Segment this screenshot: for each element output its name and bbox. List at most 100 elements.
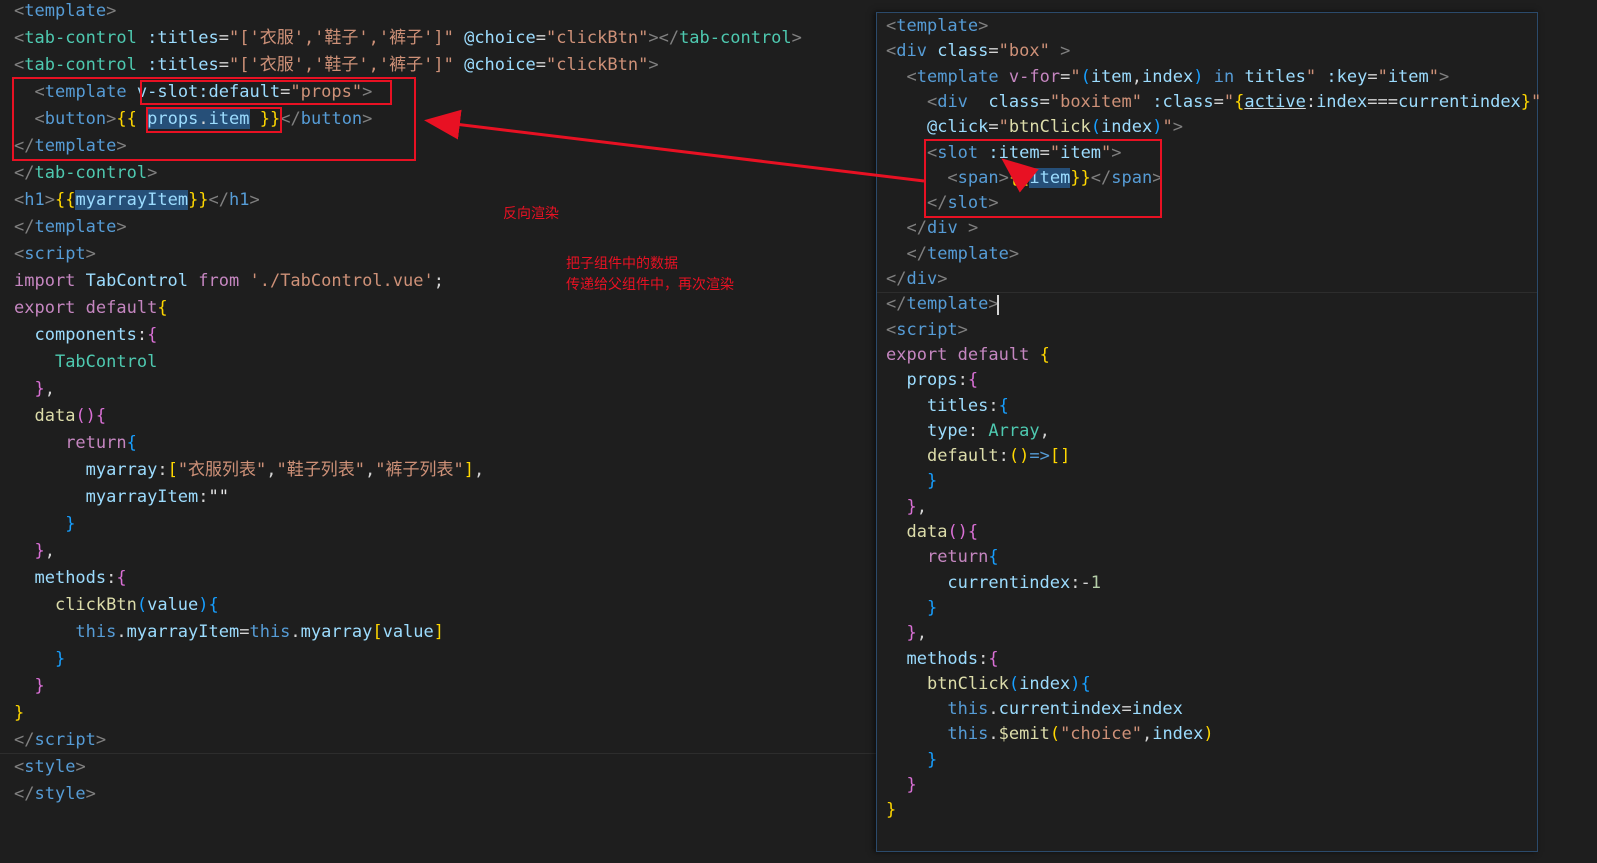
code-token: :titles	[147, 28, 219, 48]
code-token: <	[14, 28, 25, 48]
code-line[interactable]: export default{	[14, 295, 168, 321]
code-line[interactable]: this.myarrayItem=this.myarray[value]	[14, 619, 444, 645]
code-token: "	[1070, 66, 1081, 87]
code-line[interactable]: }	[886, 468, 937, 494]
code-token: }	[34, 676, 45, 696]
code-token: <	[926, 91, 938, 112]
right-code-editor[interactable]: <template> <div class="box" > <template v…	[876, 12, 1541, 852]
code-line[interactable]: clickBtn(value){	[14, 592, 219, 618]
code-token: "	[998, 117, 1009, 138]
code-line[interactable]: components:{	[14, 322, 157, 348]
code-line[interactable]: },	[886, 494, 927, 520]
code-line[interactable]: <h1>{{myarrayItem}}</h1>	[14, 187, 260, 213]
code-line[interactable]: }	[886, 747, 937, 773]
code-token: style	[34, 784, 86, 804]
code-line[interactable]: btnClick(index){	[886, 671, 1091, 697]
code-line[interactable]: </style>	[14, 781, 96, 807]
code-line[interactable]: <template>	[886, 13, 988, 39]
code-line[interactable]: }	[886, 772, 916, 798]
code-line[interactable]: props:{	[886, 367, 978, 393]
code-token: default	[85, 298, 158, 318]
code-line[interactable]: </script>	[14, 727, 106, 753]
code-line[interactable]: data(){	[886, 519, 978, 545]
code-line[interactable]: @click="btnClick(index)">	[886, 114, 1183, 140]
code-token: index	[1101, 117, 1153, 138]
code-token: div	[906, 269, 938, 289]
code-line[interactable]: return{	[14, 430, 137, 456]
code-line[interactable]: type: Array,	[886, 418, 1050, 444]
code-line[interactable]: titles:{	[886, 393, 1009, 419]
code-token: item	[1387, 66, 1429, 87]
code-line[interactable]: export default {	[886, 342, 1050, 368]
code-line[interactable]: <tab-control :titles="['衣服','鞋子','裤子']" …	[14, 52, 659, 78]
code-token: v-for	[1008, 66, 1061, 87]
code-line[interactable]: }	[886, 595, 937, 621]
code-line[interactable]: },	[14, 376, 55, 402]
code-line[interactable]: methods:{	[886, 646, 998, 672]
code-token: template	[926, 243, 1009, 264]
code-line[interactable]: currentindex:-1	[886, 570, 1101, 596]
code-line[interactable]: </div >	[886, 215, 978, 241]
code-line[interactable]: }	[14, 700, 24, 726]
code-line[interactable]: </template>	[886, 291, 999, 317]
code-token: }	[926, 597, 938, 618]
code-token: :	[1305, 91, 1317, 112]
right-slot-box	[924, 139, 1162, 218]
code-line[interactable]: TabControl	[14, 349, 157, 375]
code-line[interactable]: myarray:["衣服列表","鞋子列表","裤子列表"],	[14, 457, 485, 483]
code-line[interactable]: this.$emit("choice",index)	[886, 721, 1213, 747]
code-token: h1	[229, 190, 250, 210]
code-token: {	[998, 395, 1009, 416]
code-line[interactable]: <script>	[14, 241, 96, 267]
code-token: <	[886, 41, 897, 62]
code-token: "	[1428, 66, 1440, 87]
code-line[interactable]: </template>	[14, 214, 127, 240]
code-line[interactable]: myarrayItem:""	[14, 484, 229, 510]
code-line[interactable]: </tab-control>	[14, 160, 157, 186]
code-token: }	[906, 496, 917, 517]
code-line[interactable]: }	[14, 646, 65, 672]
code-token: <	[14, 190, 25, 210]
code-line[interactable]: <div class="boxitem" :class="{active:ind…	[886, 89, 1541, 115]
code-line[interactable]: <tab-control :titles="['衣服','鞋子','裤子']" …	[14, 25, 802, 51]
code-token: ]	[433, 622, 445, 642]
code-line[interactable]: return{	[886, 544, 999, 570]
code-line[interactable]: </template>	[886, 241, 1019, 267]
code-line[interactable]: }	[14, 511, 75, 537]
code-token: >	[85, 784, 96, 804]
code-line[interactable]: <template>	[14, 0, 116, 24]
code-line[interactable]: data(){	[14, 403, 106, 429]
code-line[interactable]: <style>	[14, 754, 86, 780]
code-token: TabControl	[54, 352, 158, 372]
v-slot-attribute-box	[140, 80, 392, 105]
code-line[interactable]: </div>	[886, 266, 947, 292]
code-line[interactable]: methods:{	[14, 565, 126, 591]
code-line[interactable]: },	[886, 620, 927, 646]
code-line[interactable]: this.currentindex=index	[886, 696, 1182, 722]
code-line[interactable]: },	[14, 538, 55, 564]
code-line[interactable]: <template v-for="(item,index) in titles"…	[886, 64, 1449, 90]
code-line[interactable]: <script>	[886, 317, 968, 343]
code-line[interactable]: default:()=>[]	[886, 443, 1070, 469]
code-token: export	[886, 344, 948, 365]
code-line[interactable]: <div class="box" >	[886, 38, 1070, 64]
code-token: >	[957, 319, 968, 340]
code-token: >	[116, 217, 127, 237]
code-line[interactable]: import TabControl from './TabControl.vue…	[14, 268, 444, 294]
code-token: TabControl	[85, 271, 189, 291]
code-token: $emit	[998, 724, 1050, 745]
code-token: ,	[44, 541, 55, 561]
code-line[interactable]: }	[886, 797, 896, 823]
code-line[interactable]: }	[14, 673, 45, 699]
